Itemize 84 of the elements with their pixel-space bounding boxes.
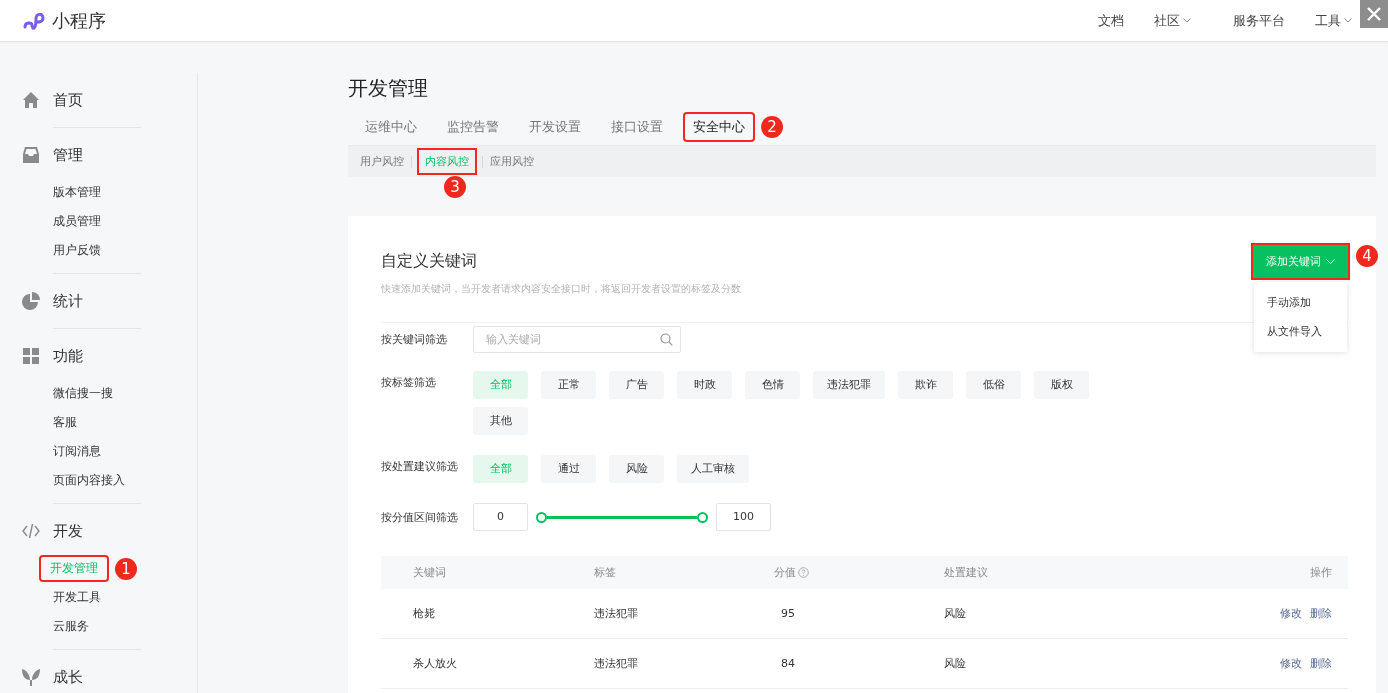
filter-chip[interactable]: 低俗 — [966, 371, 1021, 399]
tab[interactable]: 安全中心 — [685, 114, 753, 140]
sidebar-item[interactable]: 成员管理 — [53, 213, 101, 230]
step-badge: 1 — [115, 557, 137, 580]
filter-chip[interactable]: 版权 — [1034, 371, 1089, 399]
card-description: 快速添加关键词，当开发者请求内容安全接口时，将返回开发者设置的标签及分数 — [381, 282, 741, 296]
nav-link[interactable]: 工具 — [1315, 11, 1352, 30]
filter-label: 按标签筛选 — [381, 375, 437, 391]
tab[interactable]: 运维中心 — [365, 114, 417, 140]
sidebar-section[interactable]: 功能 — [53, 346, 83, 366]
code-icon — [22, 522, 40, 540]
nav-link[interactable]: 社区 — [1154, 11, 1191, 30]
card-title: 自定义关键词 — [381, 251, 478, 272]
column-header: 关键词 — [413, 565, 446, 580]
tab[interactable]: 接口设置 — [611, 114, 663, 140]
tab[interactable]: 开发设置 — [529, 114, 581, 140]
filter-chip[interactable]: 违法犯罪 — [813, 371, 885, 399]
sidebar-item[interactable]: 客服 — [53, 414, 77, 431]
step-badge: 2 — [761, 116, 783, 138]
filter-chip[interactable]: 其他 — [473, 407, 528, 435]
sidebar-item[interactable]: 云服务 — [53, 618, 89, 635]
sidebar-section[interactable]: 成长 — [53, 667, 83, 687]
action-link[interactable]: 修改 — [1280, 656, 1302, 671]
sidebar-section[interactable]: 管理 — [53, 145, 83, 165]
logo-icon — [22, 10, 46, 31]
filter-label: 按关键词筛选 — [381, 331, 448, 347]
column-header: 标签 — [594, 565, 616, 580]
pie-chart-icon — [22, 292, 40, 310]
column-header: 操作 — [1310, 565, 1332, 580]
slider-handle[interactable] — [697, 511, 708, 523]
filter-label: 按处置建议筛选 — [381, 459, 459, 475]
max-score-field[interactable]: 100 — [716, 503, 771, 531]
subtab[interactable]: 用户风控 — [360, 151, 404, 172]
table-cell: 84 — [781, 657, 795, 670]
filter-chip[interactable]: 通过 — [541, 455, 596, 483]
sidebar-item[interactable]: 页面内容接入 — [53, 472, 125, 489]
inbox-icon — [22, 146, 40, 164]
min-score-field[interactable]: 0 — [473, 503, 528, 531]
search-field[interactable]: 输入关键词 — [473, 325, 681, 353]
column-header: 处置建议 — [944, 565, 988, 580]
action-link[interactable]: 删除 — [1310, 606, 1332, 621]
table-cell: 95 — [781, 607, 795, 620]
sidebar-section[interactable]: 开发 — [53, 521, 83, 541]
filter-chip[interactable]: 欺诈 — [898, 371, 953, 399]
nav-link[interactable]: 文档 — [1098, 11, 1124, 30]
menu-item[interactable]: 手动添加 — [1254, 288, 1347, 317]
sidebar-item[interactable]: 微信搜一搜 — [53, 385, 113, 402]
home-icon — [22, 91, 40, 109]
action-link[interactable]: 删除 — [1310, 656, 1332, 671]
filter-chip[interactable]: 广告 — [609, 371, 664, 399]
sidebar-item[interactable]: 版本管理 — [53, 184, 101, 201]
column-header: 分值 — [774, 565, 796, 580]
filter-chip[interactable]: 人工审核 — [677, 455, 749, 483]
page-title: 开发管理 — [348, 75, 429, 101]
sidebar-item[interactable]: 订阅消息 — [53, 443, 101, 460]
table-cell: 违法犯罪 — [594, 656, 638, 671]
search-icon — [660, 332, 673, 346]
filter-chip[interactable]: 色情 — [745, 371, 800, 399]
sprout-icon — [22, 668, 40, 686]
subtab[interactable]: 应用风控 — [490, 151, 534, 172]
step-badge: 3 — [444, 176, 466, 198]
caret-icon — [1326, 259, 1335, 264]
action-link[interactable]: 修改 — [1280, 606, 1302, 621]
grid-icon — [22, 347, 40, 365]
filter-label: 按分值区间筛选 — [381, 509, 459, 525]
table-cell: 违法犯罪 — [594, 606, 638, 621]
table-cell: 风险 — [944, 606, 966, 621]
close-button[interactable] — [1360, 0, 1388, 28]
step-badge: 4 — [1356, 245, 1378, 267]
nav-link[interactable]: 服务平台 — [1233, 11, 1285, 30]
close-icon — [1366, 6, 1382, 22]
sidebar-section[interactable]: 统计 — [53, 291, 83, 311]
sidebar-section[interactable]: 首页 — [53, 90, 83, 110]
table-cell: 风险 — [944, 656, 966, 671]
logo-text: 小程序 — [52, 8, 106, 33]
sidebar-item[interactable]: 开发工具 — [53, 589, 101, 606]
menu-item[interactable]: 从文件导入 — [1254, 317, 1347, 346]
table-cell: 枪毙 — [413, 606, 435, 621]
filter-chip[interactable]: 时政 — [677, 371, 732, 399]
table-cell: 杀人放火 — [413, 656, 457, 671]
filter-chip[interactable]: 正常 — [541, 371, 596, 399]
tab[interactable]: 监控告警 — [447, 114, 499, 140]
filter-chip[interactable]: 风险 — [609, 455, 664, 483]
sidebar-item[interactable]: 用户反馈 — [53, 242, 101, 259]
